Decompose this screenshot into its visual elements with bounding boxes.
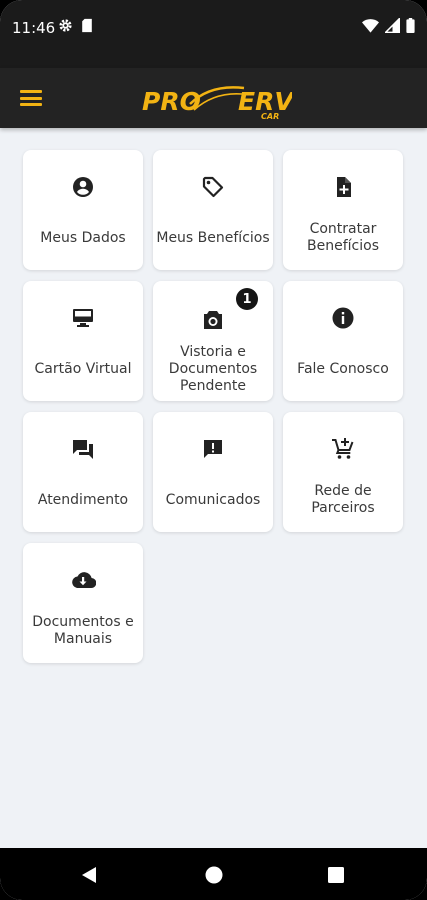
system-nav-bar (0, 848, 427, 900)
info-icon (332, 307, 354, 329)
menu-tile-label: Vistoria e Documentos Pendente (168, 343, 258, 394)
menu-tile-meus-beneficios[interactable]: Meus Benefícios (153, 150, 273, 270)
tag-icon (202, 176, 224, 198)
back-icon[interactable] (79, 864, 101, 886)
settings-icon (59, 19, 72, 32)
menu-tile-label: Atendimento (37, 491, 129, 508)
add-cart-icon (332, 438, 354, 459)
menu-tile-label: Meus Dados (40, 229, 126, 246)
cloud-download-icon (72, 572, 96, 589)
menu-tile-rede-de-parceiros[interactable]: Rede de Parceiros (283, 412, 403, 532)
menu-tile-label: Documentos e Manuais (32, 614, 134, 647)
menu-tile-vistoria-documentos[interactable]: 1 Vistoria e Documentos Pendente (153, 281, 273, 401)
monitor-icon (73, 309, 93, 327)
account-circle-icon (73, 177, 93, 197)
menu-tile-cartao-virtual[interactable]: Cartão Virtual (23, 281, 143, 401)
menu-tile-comunicados[interactable]: Comunicados (153, 412, 273, 532)
svg-text:PRO: PRO (142, 87, 201, 116)
recents-icon[interactable] (325, 864, 347, 886)
status-bar: 11:46 (0, 0, 427, 68)
svg-text:CAR: CAR (261, 112, 279, 120)
main-content: Meus Dados Meus Benefícios Contratar Ben… (0, 128, 427, 848)
status-time: 11:46 (12, 19, 56, 37)
proserv-car-logo: PRO ERV CAR (142, 86, 292, 120)
signal-icon (385, 18, 400, 33)
phone-screen: 11:46 PRO ERV CAR Meus Dados Meus Benefí… (0, 0, 427, 900)
notification-badge: 1 (236, 288, 258, 310)
menu-tile-label: Comunicados (165, 491, 261, 508)
battery-icon (406, 18, 415, 33)
sd-card-icon (82, 18, 92, 33)
note-add-icon (337, 177, 351, 197)
home-icon[interactable] (203, 864, 225, 886)
app-bar: PRO ERV CAR (0, 68, 427, 128)
menu-tile-label: Contratar Benefícios (307, 221, 379, 254)
camera-icon (204, 311, 222, 329)
menu-tile-label: Cartão Virtual (34, 360, 132, 377)
menu-tile-contratar-beneficios[interactable]: Contratar Benefícios (283, 150, 403, 270)
announcement-icon (204, 440, 222, 458)
menu-tile-documentos-e-manuais[interactable]: Documentos e Manuais (23, 543, 143, 663)
chat-icon (73, 440, 93, 459)
wifi-icon (362, 19, 379, 33)
menu-tile-label: Meus Benefícios (156, 229, 270, 246)
hamburger-menu-icon[interactable] (20, 90, 42, 106)
menu-tile-label: Fale Conosco (297, 360, 389, 377)
menu-tile-meus-dados[interactable]: Meus Dados (23, 150, 143, 270)
menu-tile-label: Rede de Parceiros (311, 483, 375, 516)
menu-tile-atendimento[interactable]: Atendimento (23, 412, 143, 532)
menu-tile-fale-conosco[interactable]: Fale Conosco (283, 281, 403, 401)
